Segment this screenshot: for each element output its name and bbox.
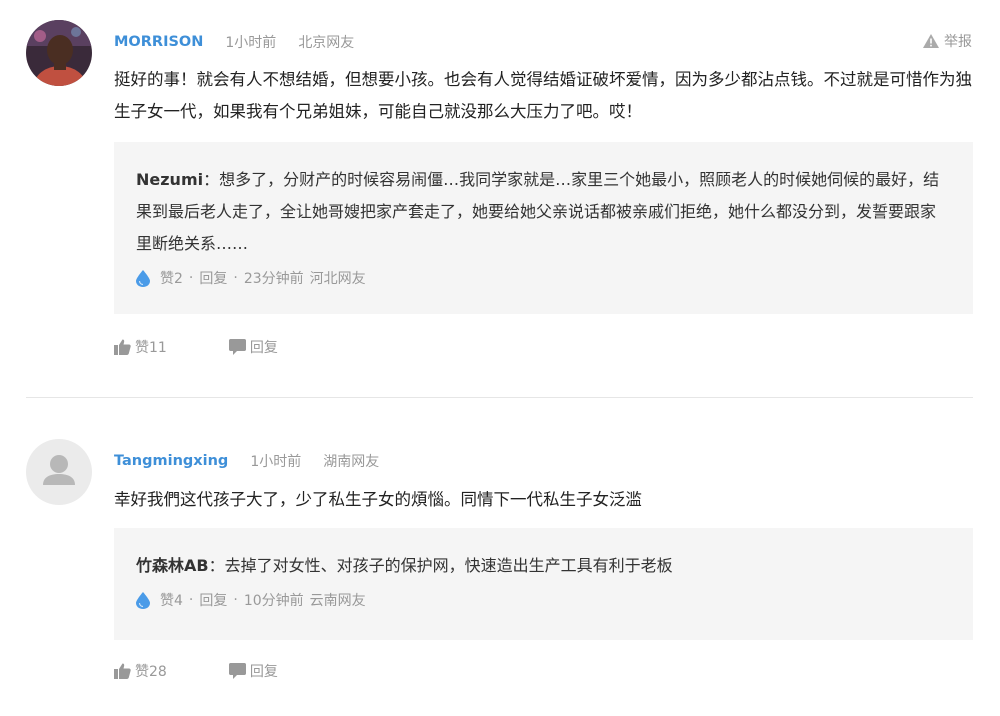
reply-timestamp: 23分钟前 (243, 271, 304, 287)
speech-bubble-icon (228, 663, 246, 679)
reply-button[interactable]: 回复 (228, 337, 278, 357)
reply-content: Nezumi：想多了，分财产的时候容易闹僵…我同学家就是…家里三个她最小，照顾老… (136, 164, 951, 260)
username[interactable]: Tangmingxing (114, 453, 228, 469)
reply-content: 竹森林AB：去掉了对女性、对孩子的保护网，快速造出生产工具有利于老板 (136, 550, 951, 582)
thumbs-up-icon (114, 339, 131, 355)
timestamp: 1小时前 (250, 454, 302, 470)
report-label: 举报 (944, 34, 972, 50)
like-button[interactable]: 赞11 (114, 337, 167, 357)
comment-text: 幸好我們这代孩子大了，少了私生子女的煩惱。同情下一代私生子女泛滥 (114, 490, 642, 509)
timestamp: 1小时前 (225, 35, 277, 51)
reply-separator: ： (208, 556, 225, 575)
reply-location: 河北网友 (309, 271, 366, 287)
reply-author[interactable]: 竹森林AB (136, 556, 209, 575)
separator-dot: · (188, 592, 194, 608)
reply-like-count[interactable]: 赞4 (160, 590, 183, 610)
divider (26, 397, 973, 398)
report-button[interactable]: 举报 (923, 31, 972, 51)
avatar[interactable] (26, 439, 92, 505)
comment-actions: 赞11 回复 (114, 337, 278, 357)
like-count: 赞28 (135, 664, 167, 680)
comment-meta: MORRISON 1小时前 北京网友 (114, 32, 354, 52)
like-button[interactable]: 赞28 (114, 661, 167, 681)
reply-author[interactable]: Nezumi (136, 170, 203, 189)
comment-item: Tangmingxing 1小时前 湖南网友 幸好我們这代孩子大了，少了私生子女… (0, 418, 1000, 716)
reply-reply-button[interactable]: 回复 (199, 268, 227, 288)
reply-box: Nezumi：想多了，分财产的时候容易闹僵…我同学家就是…家里三个她最小，照顾老… (114, 142, 973, 314)
location: 湖南网友 (323, 454, 380, 470)
reply-box: 竹森林AB：去掉了对女性、对孩子的保护网，快速造出生产工具有利于老板 赞4 · … (114, 528, 973, 640)
comment-item: MORRISON 1小时前 北京网友 举报 挺好的事！就会有人不想结婚，但想要小… (0, 0, 1000, 398)
water-drop-icon[interactable] (136, 269, 150, 287)
reply-reply-button[interactable]: 回复 (199, 590, 227, 610)
separator-dot: · (188, 270, 194, 286)
reply-label: 回复 (249, 664, 278, 680)
username[interactable]: MORRISON (114, 34, 203, 50)
reply-location: 云南网友 (309, 593, 366, 609)
avatar[interactable] (26, 20, 92, 86)
water-drop-icon[interactable] (136, 591, 150, 609)
reply-text: 去掉了对女性、对孩子的保护网，快速造出生产工具有利于老板 (224, 556, 673, 575)
reply-like-count[interactable]: 赞2 (160, 268, 183, 288)
speech-bubble-icon (228, 339, 246, 355)
reply-label: 回复 (249, 340, 278, 356)
reply-separator: ： (203, 170, 220, 189)
thumbs-up-icon (114, 663, 131, 679)
like-count: 赞11 (135, 340, 167, 356)
separator-dot: · (233, 270, 238, 286)
warning-triangle-icon (923, 34, 939, 48)
reply-button[interactable]: 回复 (228, 661, 278, 681)
location: 北京网友 (298, 35, 355, 51)
reply-footer: 赞2 · 回复 · 23分钟前 河北网友 (136, 266, 951, 290)
comment-text: 挺好的事！就会有人不想结婚，但想要小孩。也会有人觉得结婚证破坏爱情，因为多少都沾… (114, 70, 972, 121)
comment-actions: 赞28 回复 (114, 661, 278, 681)
reply-footer: 赞4 · 回复 · 10分钟前 云南网友 (136, 588, 951, 612)
reply-text: 想多了，分财产的时候容易闹僵…我同学家就是…家里三个她最小，照顾老人的时候她伺候… (136, 170, 940, 253)
comment-meta: Tangmingxing 1小时前 湖南网友 (114, 451, 379, 471)
reply-timestamp: 10分钟前 (243, 593, 304, 609)
separator-dot: · (233, 592, 238, 608)
